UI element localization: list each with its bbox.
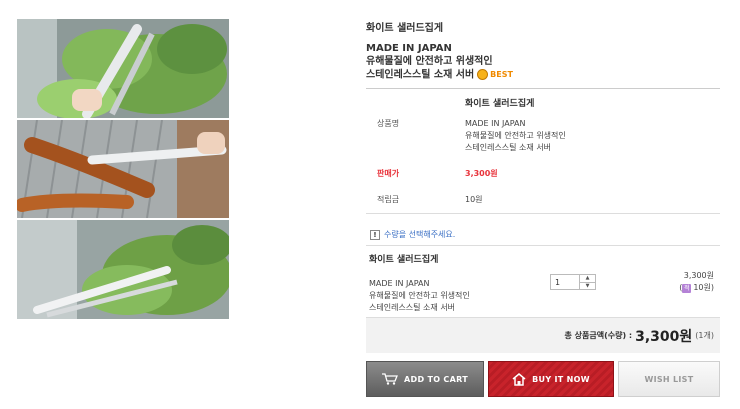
detail-value: MADE IN JAPAN 유해물질에 안전하고 위생적인 스테인레스스틸 소재… xyxy=(465,119,566,152)
increment-arrow-icon[interactable]: ▲ xyxy=(580,275,595,283)
price-value: 3,300원 xyxy=(465,169,498,178)
product-title: 화이트 샐러드집게 xyxy=(366,23,444,34)
total-amount: 3,300원 xyxy=(635,328,693,345)
add-to-cart-button[interactable]: ADD TO CART xyxy=(366,361,484,397)
detail-label: 판매가 xyxy=(377,169,400,178)
option-price: 3,300원 (적 10원) xyxy=(679,270,714,294)
quantity-input[interactable] xyxy=(550,274,580,290)
option-price-value: 3,300원 xyxy=(683,271,714,280)
quantity-notice: ! 수량을 선택해주세요. xyxy=(370,229,455,240)
divider xyxy=(366,245,720,246)
product-detail-table-border xyxy=(366,88,720,89)
exclamation-icon: ! xyxy=(370,229,380,240)
buy-now-button[interactable]: BUY IT NOW xyxy=(488,361,614,397)
points-value: 10원 xyxy=(465,195,483,204)
product-photo-3 xyxy=(17,220,229,319)
bee-icon xyxy=(477,69,489,80)
action-buttons: ADD TO CART BUY IT NOW WISH LIST xyxy=(366,361,720,397)
best-badge: BEST xyxy=(477,68,513,81)
detail-label: 적립금 xyxy=(377,195,400,204)
wish-list-button[interactable]: WISH LIST xyxy=(618,361,720,397)
product-photos xyxy=(17,19,229,319)
product-photo-1 xyxy=(17,19,229,118)
product-photo-2 xyxy=(17,120,229,218)
description-line: MADE IN JAPAN xyxy=(366,43,452,54)
option-description: MADE IN JAPAN 유해물질에 안전하고 위생적인 스테인레스스틸 소재… xyxy=(369,279,470,312)
cart-icon xyxy=(382,373,398,385)
quantity-stepper: ▲ ▼ xyxy=(550,274,596,290)
option-points: (적 10원) xyxy=(679,283,714,293)
detail-label: 상품명 xyxy=(377,119,400,128)
total-price-bar: 총 상품금액(수량) : 3,300원 (1개) xyxy=(366,317,720,353)
home-icon xyxy=(512,372,526,386)
option-title: 화이트 샐러드집게 xyxy=(369,255,439,265)
description-line: 유해물질에 안전하고 위생적인 xyxy=(366,56,493,67)
divider xyxy=(366,213,720,214)
detail-table-title: 화이트 샐러드집게 xyxy=(465,99,535,109)
description-line: 스테인레스스틸 소재 서버 BEST xyxy=(366,68,513,81)
total-count: (1개) xyxy=(695,331,714,340)
total-label: 총 상품금액(수량) : xyxy=(564,331,633,340)
points-icon: 적 xyxy=(682,284,692,293)
product-description: MADE IN JAPAN 유해물질에 안전하고 위생적인 스테인레스스틸 소재… xyxy=(366,42,513,82)
decrement-arrow-icon[interactable]: ▼ xyxy=(580,283,595,290)
stepper-buttons: ▲ ▼ xyxy=(580,274,596,290)
